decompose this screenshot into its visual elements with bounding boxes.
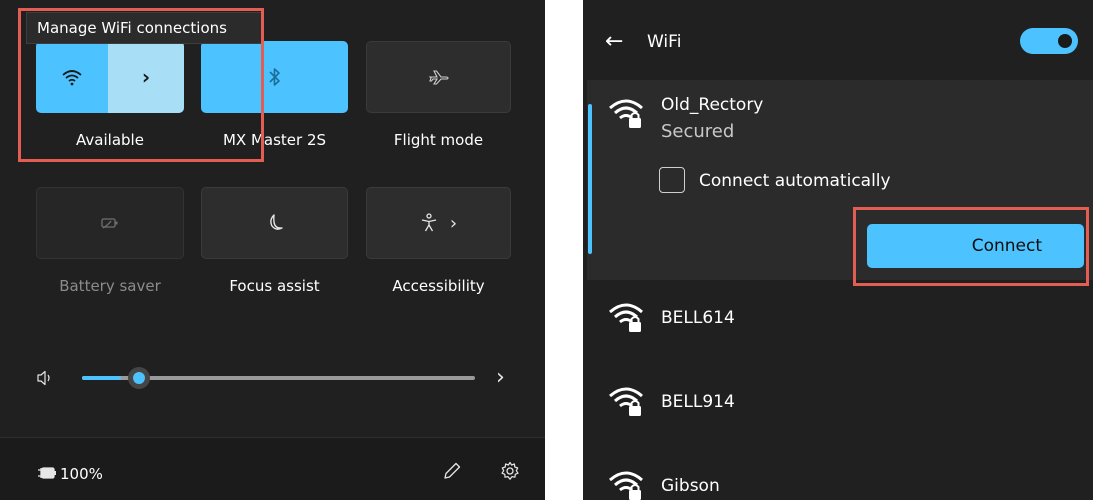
network-status: Secured [661,121,735,142]
battery-saver-icon [101,218,118,229]
battery-saver-tile [36,187,184,259]
volume-expand-button[interactable]: › [496,365,505,390]
highlight-box [853,207,1089,286]
wifi-toggle[interactable] [1020,28,1078,54]
wifi-secured-icon [609,471,643,500]
connect-automatically-label: Connect automatically [699,171,891,191]
accessibility-label: Accessibility [392,277,485,295]
network-name: Old_Rectory [661,95,764,115]
focus-assist-tile[interactable] [201,187,348,259]
volume-slider-thumb[interactable] [128,367,151,389]
wifi-secured-icon [609,99,643,128]
network-item[interactable]: BELL914 [583,372,1093,432]
flight-mode-tile[interactable] [366,41,511,113]
battery-charging-icon [38,467,56,479]
network-name: Gibson [661,476,720,496]
accessibility-icon [421,213,437,232]
wifi-panel: ← WiFi Old_Rectory Secured Connect autom… [583,0,1093,500]
selection-indicator [588,104,592,254]
accessibility-tile[interactable]: › [366,187,511,259]
wifi-secured-icon [609,303,643,332]
flight-mode-label: Flight mode [393,131,484,149]
pencil-edit-icon[interactable] [442,461,462,481]
focus-assist-label: Focus assist [229,277,320,295]
quick-settings-footer: 100% [0,437,545,500]
speaker-icon[interactable] [36,369,54,387]
connect-automatically-checkbox[interactable] [659,167,685,193]
bluetooth-icon [268,68,280,86]
back-button[interactable]: ← [605,29,623,54]
wifi-panel-title: WiFi [647,32,682,52]
network-item[interactable]: Gibson [583,456,1093,500]
battery-saver-label: Battery saver [59,277,161,295]
chevron-right-icon: › [496,365,505,390]
network-name: BELL914 [661,392,735,412]
highlight-box [18,8,264,162]
wifi-secured-icon [609,387,643,416]
network-item[interactable]: BELL614 [583,288,1093,348]
volume-slider-fill [82,376,122,380]
airplane-icon [428,70,449,85]
arrow-left-icon: ← [605,29,624,54]
chevron-right-icon: › [449,212,458,234]
quick-settings-panel: › Available MX Master 2S Flight mode Bat… [0,0,545,500]
battery-percentage: 100% [60,465,103,483]
moon-icon [269,214,283,230]
gear-icon[interactable] [500,461,520,481]
network-name: BELL614 [661,308,735,328]
